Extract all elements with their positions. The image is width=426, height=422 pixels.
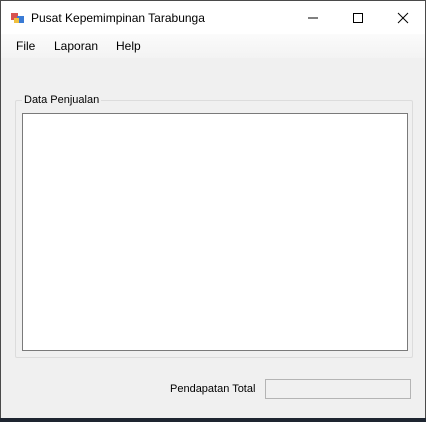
menu-laporan[interactable]: Laporan <box>54 39 98 53</box>
maximize-icon <box>352 12 363 23</box>
close-button[interactable] <box>380 1 425 34</box>
menu-file[interactable]: File <box>16 39 35 53</box>
background-strip <box>0 418 426 422</box>
total-revenue-field[interactable] <box>265 379 411 399</box>
title-bar[interactable]: Pusat Kepemimpinan Tarabunga <box>1 1 425 34</box>
maximize-button[interactable] <box>335 1 380 34</box>
close-icon <box>397 12 408 23</box>
menu-help[interactable]: Help <box>116 39 141 53</box>
sales-listbox[interactable] <box>22 113 408 351</box>
window-title: Pusat Kepemimpinan Tarabunga <box>31 11 205 25</box>
app-icon <box>10 10 26 26</box>
app-window: Pusat Kepemimpinan Tarabunga File Lapora… <box>0 0 426 422</box>
menu-bar: File Laporan Help <box>1 34 425 58</box>
sales-group-label: Data Penjualan <box>22 94 102 106</box>
minimize-icon <box>307 17 318 18</box>
minimize-button[interactable] <box>290 1 335 34</box>
total-revenue-label: Pendapatan Total <box>170 383 256 395</box>
